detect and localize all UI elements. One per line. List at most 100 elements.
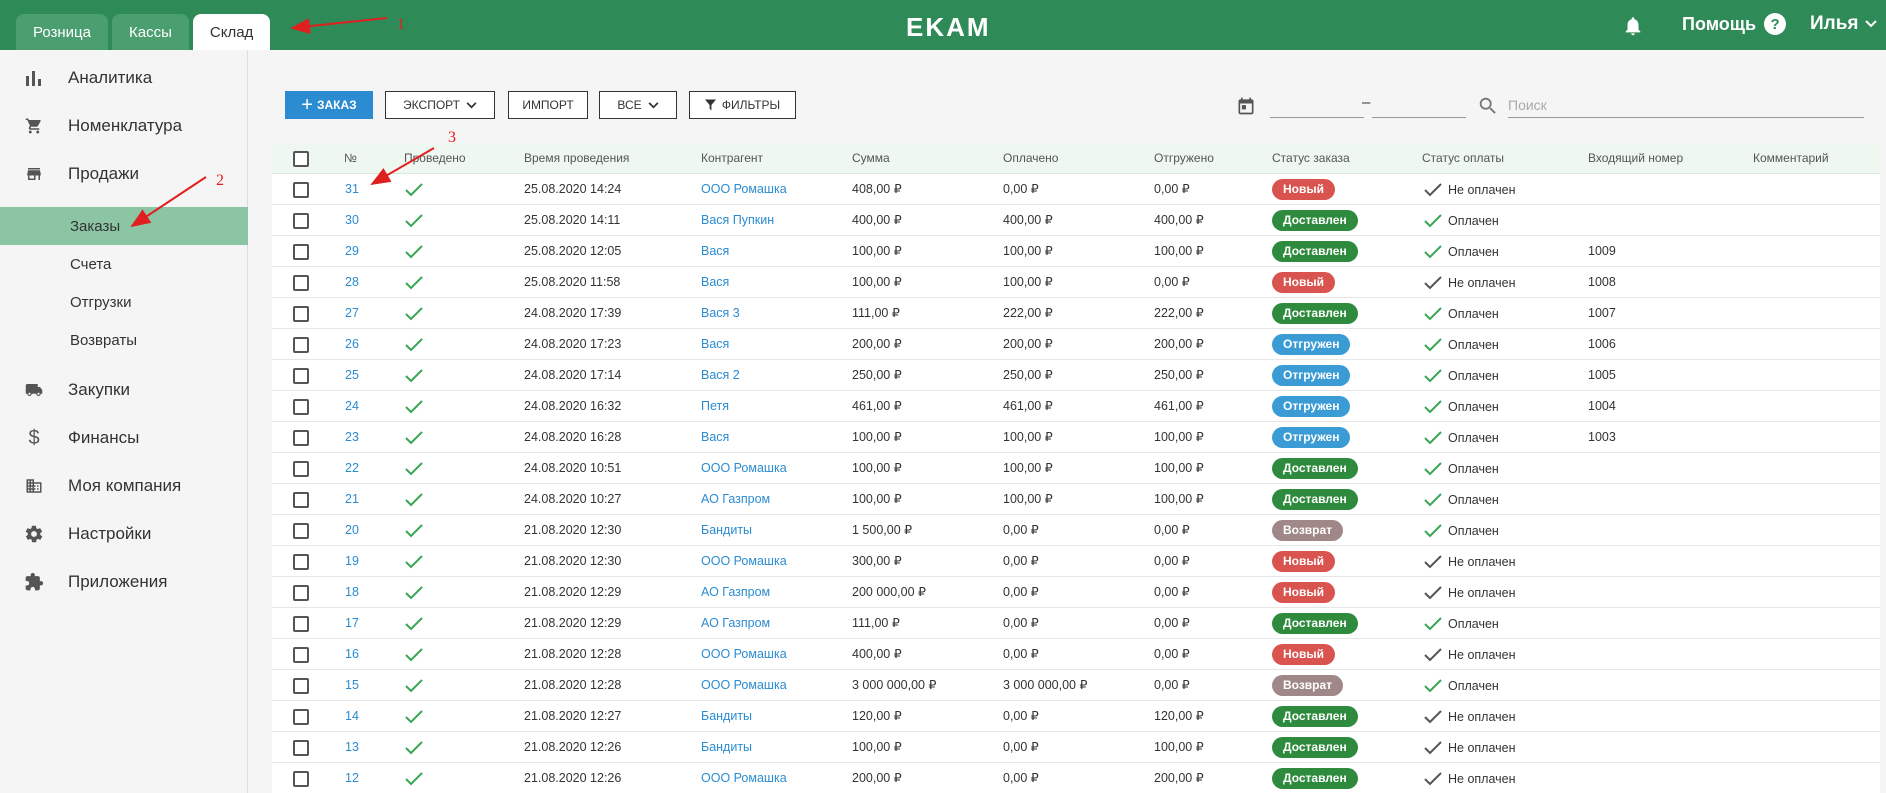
select-all-checkbox[interactable] — [293, 151, 309, 167]
col-posted[interactable]: Проведено — [404, 143, 466, 174]
col-shipped[interactable]: Отгружено — [1154, 143, 1214, 174]
order-number-link[interactable]: 15 — [345, 670, 359, 701]
table-row[interactable]: 22 24.08.2020 10:51 ООО Ромашка 100,00 ₽ 100… — [272, 453, 1880, 484]
counterparty-link[interactable]: Бандиты — [701, 515, 752, 546]
sidebar-item-apps[interactable]: Приложения — [0, 560, 248, 604]
table-row[interactable]: 27 24.08.2020 17:39 Вася 3 111,00 ₽ 222,00 ₽… — [272, 298, 1880, 329]
row-checkbox[interactable] — [293, 430, 309, 446]
order-number-link[interactable]: 17 — [345, 608, 359, 639]
counterparty-link[interactable]: Вася — [701, 236, 729, 267]
date-from-input[interactable] — [1270, 92, 1364, 118]
sidebar-item-company[interactable]: Моя компания — [0, 464, 248, 508]
counterparty-link[interactable]: АО Газпром — [701, 608, 770, 639]
order-number-link[interactable]: 21 — [345, 484, 359, 515]
search-input[interactable] — [1508, 92, 1864, 118]
table-row[interactable]: 24 24.08.2020 16:32 Петя 461,00 ₽ 461,00 ₽ 46… — [272, 391, 1880, 422]
row-checkbox[interactable] — [293, 244, 309, 260]
order-number-link[interactable]: 23 — [345, 422, 359, 453]
col-number[interactable]: № — [344, 143, 357, 174]
order-number-link[interactable]: 24 — [345, 391, 359, 422]
counterparty-link[interactable]: ООО Ромашка — [701, 763, 787, 793]
tab-kassy[interactable]: Кассы — [112, 14, 189, 50]
row-checkbox[interactable] — [293, 213, 309, 229]
sidebar-item-sales[interactable]: Продажи — [0, 152, 248, 196]
row-checkbox[interactable] — [293, 306, 309, 322]
col-payment-status[interactable]: Статус оплаты — [1422, 143, 1504, 174]
counterparty-link[interactable]: АО Газпром — [701, 577, 770, 608]
order-number-link[interactable]: 18 — [345, 577, 359, 608]
table-row[interactable]: 31 25.08.2020 14:24 ООО Ромашка 408,00 ₽ 0,0… — [272, 174, 1880, 205]
order-number-link[interactable]: 27 — [345, 298, 359, 329]
counterparty-link[interactable]: ООО Ромашка — [701, 174, 787, 205]
order-number-link[interactable]: 31 — [345, 174, 359, 205]
order-number-link[interactable]: 30 — [345, 205, 359, 236]
calendar-icon[interactable] — [1236, 96, 1256, 116]
table-row[interactable]: 16 21.08.2020 12:28 ООО Ромашка 400,00 ₽ 0,0… — [272, 639, 1880, 670]
order-number-link[interactable]: 25 — [345, 360, 359, 391]
row-checkbox[interactable] — [293, 709, 309, 725]
row-checkbox[interactable] — [293, 585, 309, 601]
counterparty-link[interactable]: Вася 3 — [701, 298, 740, 329]
table-row[interactable]: 20 21.08.2020 12:30 Бандиты 1 500,00 ₽ 0,00 … — [272, 515, 1880, 546]
row-checkbox[interactable] — [293, 461, 309, 477]
sidebar-subitem-orders[interactable]: Заказы — [0, 207, 248, 245]
table-row[interactable]: 21 24.08.2020 10:27 АО Газпром 100,00 ₽ 100,… — [272, 484, 1880, 515]
counterparty-link[interactable]: ООО Ромашка — [701, 639, 787, 670]
table-row[interactable]: 30 25.08.2020 14:11 Вася Пупкин 400,00 ₽ 400… — [272, 205, 1880, 236]
row-checkbox[interactable] — [293, 740, 309, 756]
table-row[interactable]: 19 21.08.2020 12:30 ООО Ромашка 300,00 ₽ 0,0… — [272, 546, 1880, 577]
counterparty-link[interactable]: Бандиты — [701, 701, 752, 732]
col-paid[interactable]: Оплачено — [1003, 143, 1058, 174]
order-number-link[interactable]: 19 — [345, 546, 359, 577]
col-comment[interactable]: Комментарий — [1753, 143, 1829, 174]
counterparty-link[interactable]: Вася 2 — [701, 360, 740, 391]
row-checkbox[interactable] — [293, 616, 309, 632]
export-button[interactable]: ЭКСПОРТ — [385, 91, 495, 119]
table-row[interactable]: 18 21.08.2020 12:29 АО Газпром 200 000,00 ₽… — [272, 577, 1880, 608]
counterparty-link[interactable]: Вася Пупкин — [701, 205, 774, 236]
counterparty-link[interactable]: ООО Ромашка — [701, 670, 787, 701]
sidebar-item-purchases[interactable]: Закупки — [0, 368, 248, 412]
counterparty-link[interactable]: ООО Ромашка — [701, 453, 787, 484]
sidebar-item-nomenclature[interactable]: Номенклатура — [0, 104, 248, 148]
row-checkbox[interactable] — [293, 523, 309, 539]
row-checkbox[interactable] — [293, 275, 309, 291]
order-number-link[interactable]: 13 — [345, 732, 359, 763]
counterparty-link[interactable]: АО Газпром — [701, 484, 770, 515]
row-checkbox[interactable] — [293, 399, 309, 415]
sidebar-item-finance[interactable]: $ Финансы — [0, 416, 248, 460]
table-row[interactable]: 14 21.08.2020 12:27 Бандиты 120,00 ₽ 0,00 ₽ 1… — [272, 701, 1880, 732]
table-row[interactable]: 15 21.08.2020 12:28 ООО Ромашка 3 000 000,0… — [272, 670, 1880, 701]
order-number-link[interactable]: 16 — [345, 639, 359, 670]
table-row[interactable]: 12 21.08.2020 12:26 ООО Ромашка 200,00 ₽ 0,0… — [272, 763, 1880, 793]
col-sum[interactable]: Сумма — [852, 143, 890, 174]
order-number-link[interactable]: 14 — [345, 701, 359, 732]
col-incoming-number[interactable]: Входящий номер — [1588, 143, 1683, 174]
user-menu[interactable]: Илья — [1810, 13, 1877, 35]
logo[interactable]: EKAM — [906, 12, 991, 43]
order-number-link[interactable]: 22 — [345, 453, 359, 484]
table-row[interactable]: 25 24.08.2020 17:14 Вася 2 250,00 ₽ 250,00 ₽… — [272, 360, 1880, 391]
table-row[interactable]: 29 25.08.2020 12:05 Вася 100,00 ₽ 100,00 ₽ 10… — [272, 236, 1880, 267]
sidebar-subitem-shipments[interactable]: Отгрузки — [0, 283, 248, 321]
counterparty-link[interactable]: Вася — [701, 329, 729, 360]
counterparty-link[interactable]: Петя — [701, 391, 729, 422]
row-checkbox[interactable] — [293, 368, 309, 384]
sidebar-subitem-returns[interactable]: Возвраты — [0, 321, 248, 359]
row-checkbox[interactable] — [293, 492, 309, 508]
table-row[interactable]: 28 25.08.2020 11:58 Вася 100,00 ₽ 100,00 ₽ 0,… — [272, 267, 1880, 298]
tab-sklad[interactable]: Склад — [192, 14, 271, 50]
order-number-link[interactable]: 29 — [345, 236, 359, 267]
col-order-status[interactable]: Статус заказа — [1272, 143, 1350, 174]
add-order-button[interactable]: + ЗАКАЗ — [285, 91, 373, 119]
date-to-input[interactable] — [1372, 92, 1466, 118]
all-filter-dropdown[interactable]: ВСЕ — [599, 91, 677, 119]
sidebar-item-analytics[interactable]: Аналитика — [0, 56, 248, 100]
counterparty-link[interactable]: Вася — [701, 422, 729, 453]
sidebar-item-settings[interactable]: Настройки — [0, 512, 248, 556]
row-checkbox[interactable] — [293, 647, 309, 663]
row-checkbox[interactable] — [293, 771, 309, 787]
table-row[interactable]: 23 24.08.2020 16:28 Вася 100,00 ₽ 100,00 ₽ 10… — [272, 422, 1880, 453]
row-checkbox[interactable] — [293, 554, 309, 570]
row-checkbox[interactable] — [293, 678, 309, 694]
